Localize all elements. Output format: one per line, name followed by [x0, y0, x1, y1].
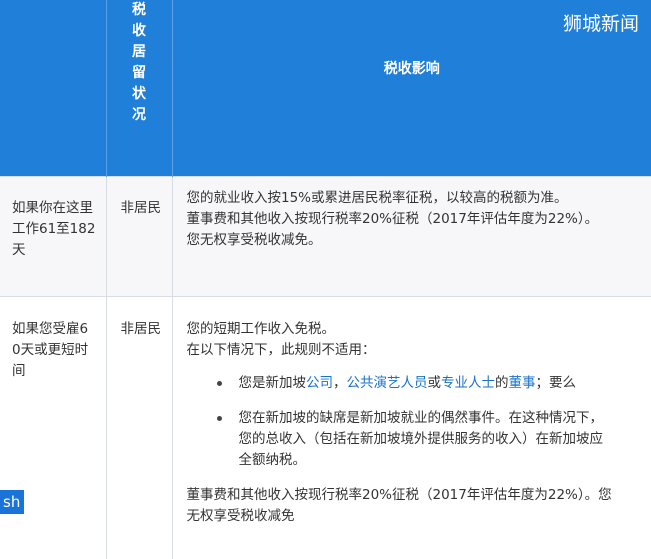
impact-footer-line: 董事费和其他收入按现行税率20%征税（2017年评估年度为22%）。您 — [187, 485, 642, 506]
row-impact: 您的就业收入按15%或累进居民税率征税，以较高的税额为准。 董事费和其他收入按现… — [172, 177, 651, 297]
table-header-row: 税收居留状况 税收影响 — [0, 0, 651, 177]
table-row: 如果你在这里工作61至182天 非居民 您的就业收入按15%或累进居民税率征税，… — [0, 177, 651, 297]
bullet-text: 您是新加坡 — [239, 375, 307, 391]
impact-line: 董事费和其他收入按现行税率20%征税（2017年评估年度为22%）。 — [187, 209, 642, 230]
bullet-icon — [217, 381, 222, 386]
bullet-icon — [217, 416, 222, 421]
bullet-line: 您的总收入（包括在新加坡境外提供服务的收入）在新加坡应 — [239, 429, 642, 450]
bullet-text: ， — [333, 375, 347, 391]
company-link[interactable]: 公司 — [306, 375, 333, 391]
impact-line: 您的短期工作收入免税。 — [187, 319, 642, 340]
watermark-logo-text: 狮城新闻 — [563, 9, 639, 36]
row-status: 非居民 — [106, 177, 172, 297]
director-link[interactable]: 董事 — [509, 375, 536, 391]
header-situation — [0, 0, 106, 177]
exception-list: 您是新加坡公司，公共演艺人员或专业人士的董事；要么 您在新加坡的缺席是新加坡就业… — [187, 373, 642, 471]
header-tax-residency-status: 税收居留状况 — [106, 0, 172, 177]
list-item: 您在新加坡的缺席是新加坡就业的偶然事件。在这种情况下， 您的总收入（包括在新加坡… — [187, 408, 642, 471]
professional-link[interactable]: 专业人士 — [441, 375, 495, 391]
tax-residency-table: 税收居留状况 税收影响 如果你在这里工作61至182天 非居民 您的就业收入按1… — [0, 0, 651, 559]
list-item: 您是新加坡公司，公共演艺人员或专业人士的董事；要么 — [187, 373, 642, 394]
row-impact: 您的短期工作收入免税。 在以下情况下，此规则不适用： 您是新加坡公司，公共演艺人… — [172, 297, 651, 559]
bullet-text: 的 — [495, 375, 509, 391]
table-row: 如果您受雇60天或更短时间 非居民 您的短期工作收入免税。 在以下情况下，此规则… — [0, 297, 651, 559]
impact-line: 您无权享受税收减免。 — [187, 230, 642, 251]
corner-badge: sh — [0, 490, 24, 514]
row-situation: 如果你在这里工作61至182天 — [0, 177, 106, 297]
row-situation: 如果您受雇60天或更短时间 — [0, 297, 106, 559]
public-entertainer-link[interactable]: 公共演艺人员 — [347, 375, 428, 391]
header-status-label: 税收居留状况 — [131, 0, 147, 126]
bullet-text: 或 — [428, 375, 442, 391]
bullet-text: ；要么 — [536, 375, 577, 391]
impact-line: 您的就业收入按15%或累进居民税率征税，以较高的税额为准。 — [187, 188, 642, 209]
bullet-line: 您在新加坡的缺席是新加坡就业的偶然事件。在这种情况下， — [239, 408, 642, 429]
row-status: 非居民 — [106, 297, 172, 559]
header-impact-label: 税收影响 — [384, 61, 440, 77]
impact-footer-line: 无权享受税收减免 — [187, 506, 642, 527]
impact-line: 在以下情况下，此规则不适用： — [187, 340, 642, 361]
bullet-line: 全额纳税。 — [239, 450, 642, 471]
